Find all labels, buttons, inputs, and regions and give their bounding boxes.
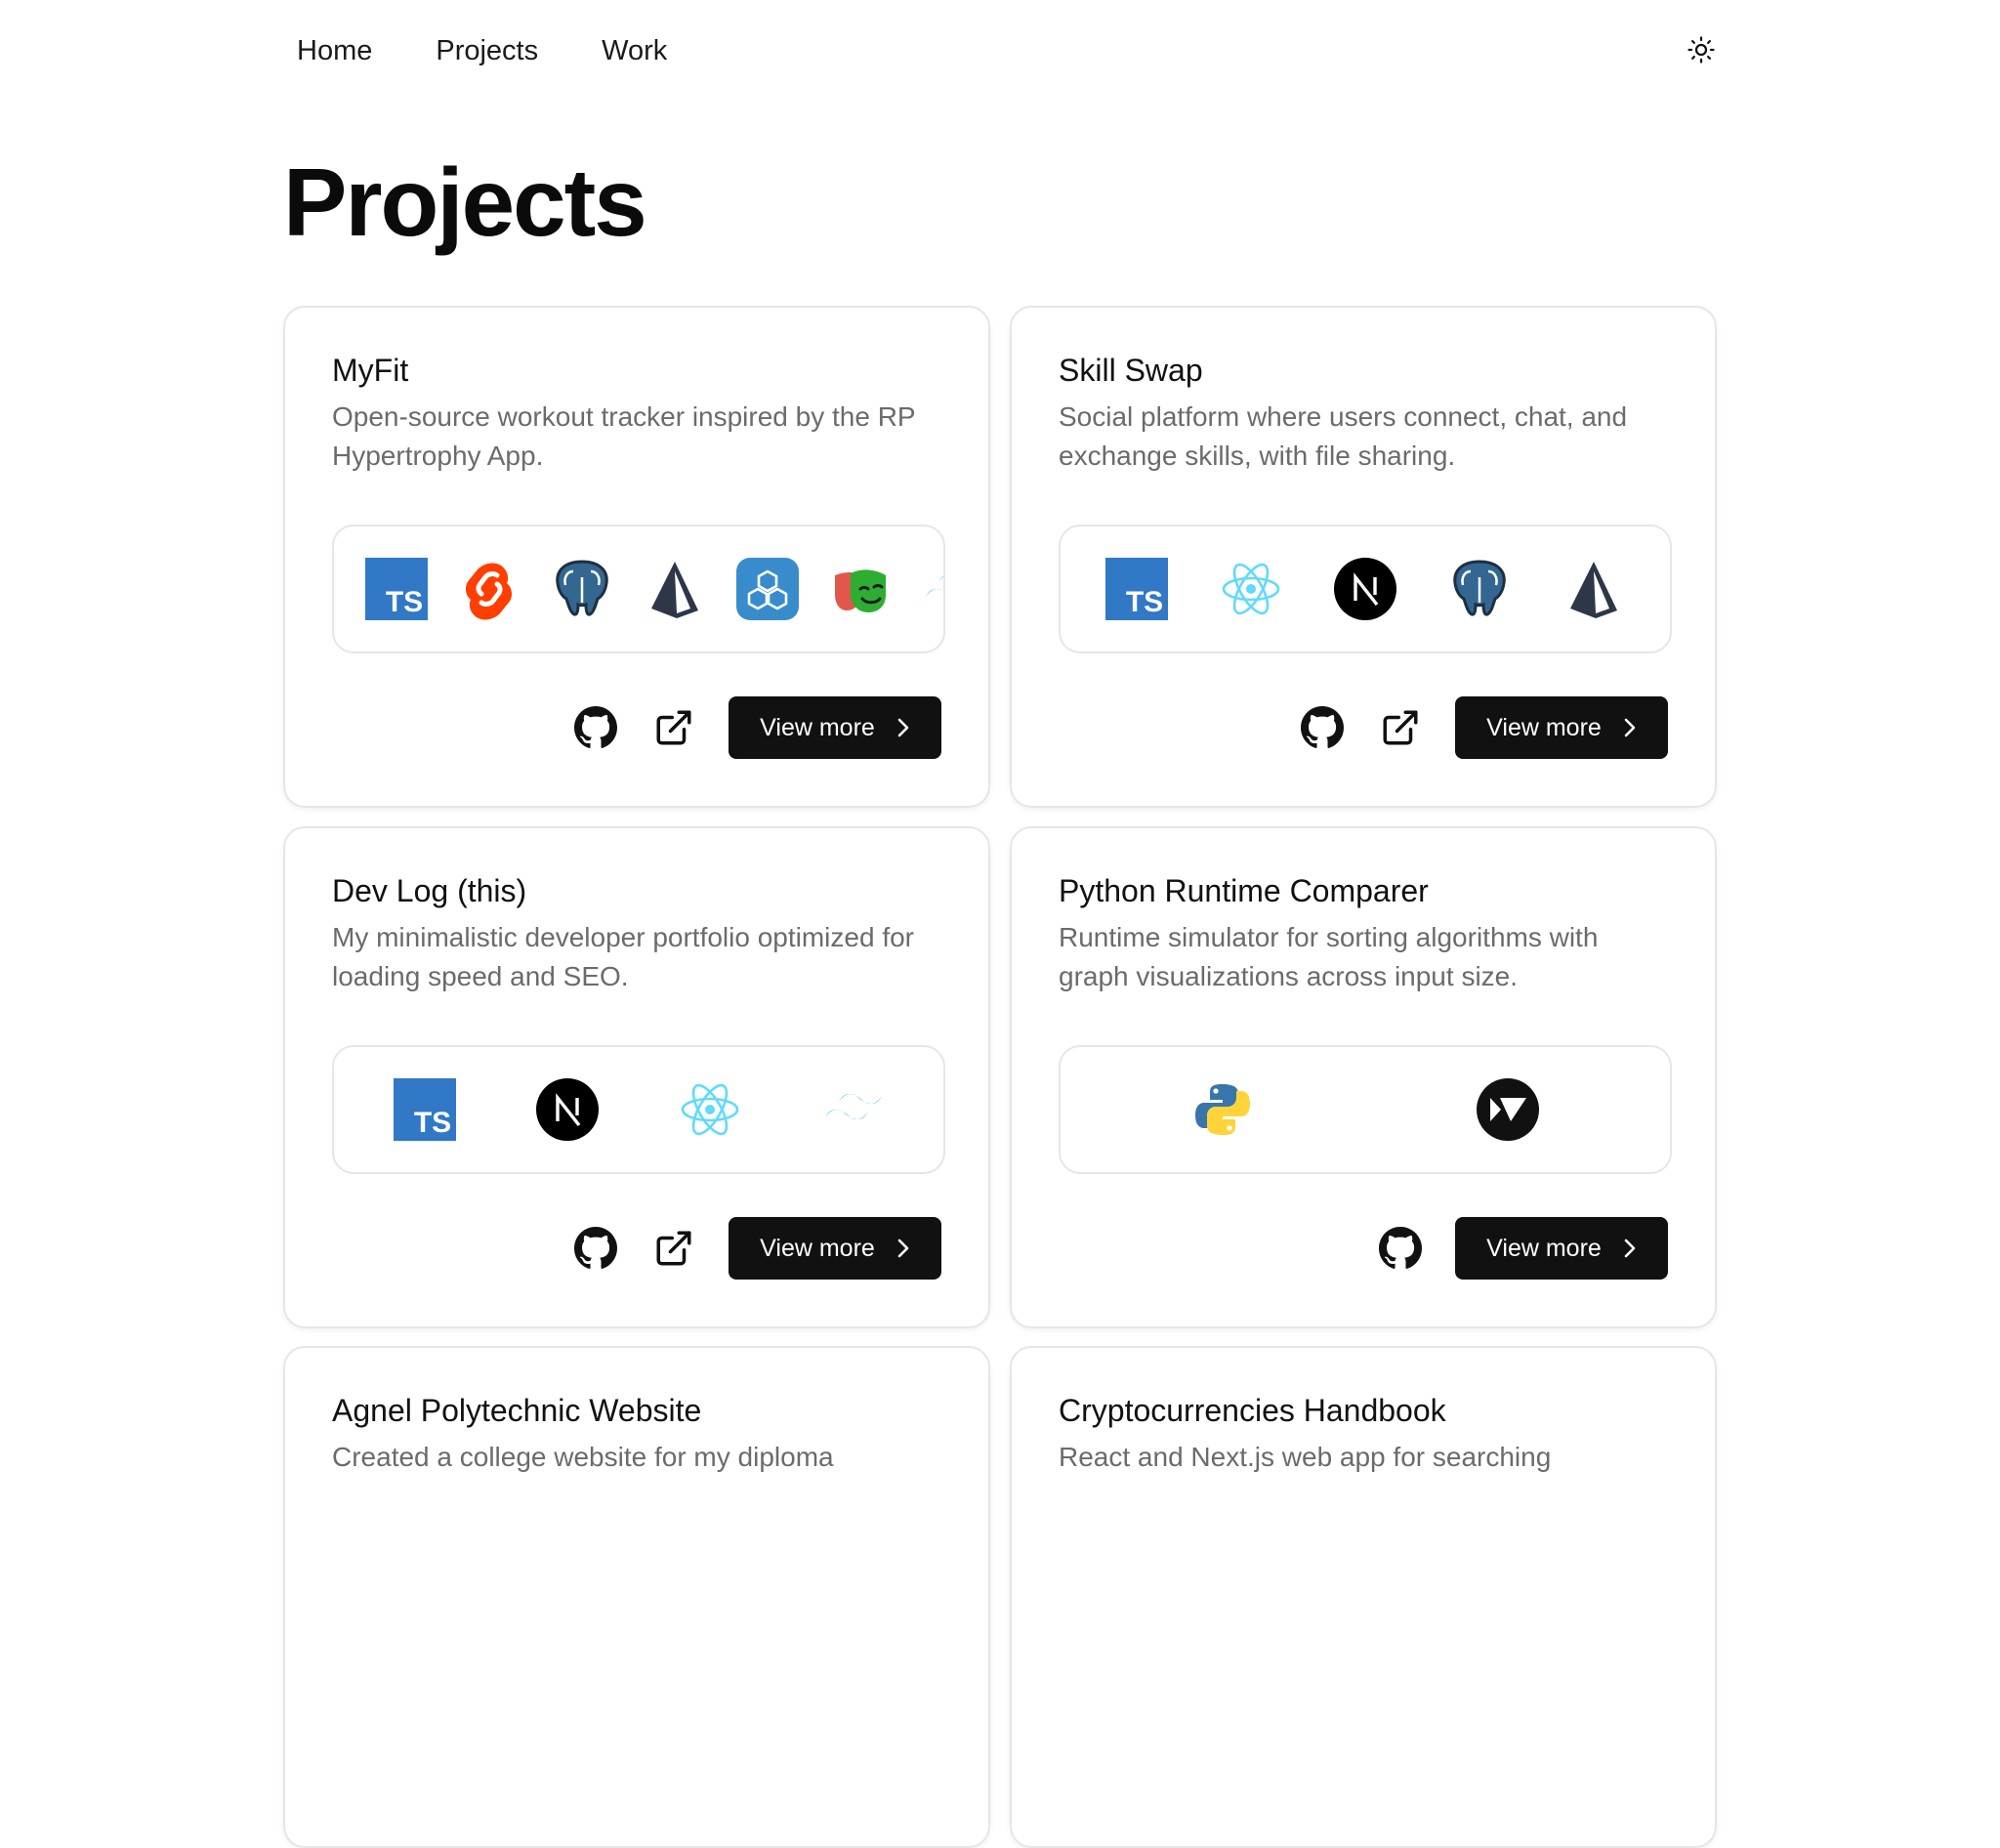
nav-projects-link[interactable]: Projects — [436, 35, 538, 67]
project-description: Created a college website for my diploma — [332, 1442, 834, 1472]
external-link-icon — [1383, 710, 1418, 745]
view-more-label: View more — [760, 1234, 875, 1262]
postgresql-icon — [551, 558, 613, 620]
nextjs-icon — [536, 1078, 599, 1141]
project-actions: View more — [1299, 696, 1668, 759]
github-icon — [1301, 706, 1344, 748]
project-card-python-runtime-comparer: Python Runtime Comparer Runtime simulato… — [1010, 826, 1717, 1328]
project-actions: View more — [572, 1217, 941, 1280]
chevron-right-icon — [896, 1238, 910, 1259]
github-icon — [1379, 1227, 1422, 1269]
top-nav: Home Projects Work — [297, 29, 730, 72]
project-card-cryptocurrencies-handbook: Cryptocurrencies Handbook React and Next… — [1010, 1346, 1717, 1848]
project-title: MyFit — [332, 353, 409, 388]
external-link[interactable] — [650, 704, 697, 751]
theme-toggle-button[interactable] — [1684, 32, 1719, 67]
prisma-icon — [1562, 558, 1625, 620]
project-card-skill-swap: Skill Swap Social platform where users c… — [1010, 306, 1717, 808]
tailwind-icon — [821, 1078, 884, 1141]
project-title: Cryptocurrencies Handbook — [1059, 1393, 1446, 1428]
tech-stack: TS — [332, 525, 945, 653]
view-more-button[interactable]: View more — [1455, 1217, 1668, 1280]
svg-text:TS: TS — [414, 1107, 451, 1139]
project-description: Social platform where users connect, cha… — [1059, 401, 1628, 471]
chevron-right-icon — [1623, 717, 1637, 738]
trpc-icon — [736, 558, 799, 620]
project-card-dev-log: Dev Log (this) My minimalistic developer… — [283, 826, 990, 1328]
chevron-right-icon — [1623, 1238, 1637, 1259]
github-link[interactable] — [1377, 1225, 1424, 1272]
view-more-button[interactable]: View more — [729, 696, 941, 759]
nav-home-link[interactable]: Home — [297, 35, 372, 67]
github-link[interactable] — [1299, 704, 1346, 751]
github-link[interactable] — [572, 704, 619, 751]
react-icon — [1220, 558, 1282, 620]
playwright-icon — [829, 558, 892, 620]
prisma-icon — [644, 558, 706, 620]
view-more-label: View more — [760, 713, 875, 741]
project-card-myfit: MyFit Open-source workout tracker inspir… — [283, 306, 990, 808]
svelte-icon — [458, 558, 521, 620]
typescript-icon: TS — [1105, 558, 1169, 620]
python-icon — [1191, 1078, 1254, 1141]
view-more-label: View more — [1486, 1234, 1602, 1262]
view-more-button[interactable]: View more — [1455, 696, 1668, 759]
project-card-agnel-polytechnic-website: Agnel Polytechnic Website Created a coll… — [283, 1346, 990, 1848]
project-title: Skill Swap — [1059, 353, 1203, 388]
project-actions: View more — [1377, 1217, 1668, 1280]
tech-stack: TS — [1059, 525, 1672, 653]
typescript-icon: TS — [394, 1078, 456, 1141]
typescript-icon: TS — [365, 558, 428, 620]
tailwind-icon — [922, 558, 943, 620]
github-icon — [574, 706, 617, 748]
nextjs-icon — [1333, 558, 1396, 620]
external-link[interactable] — [1377, 704, 1424, 751]
project-title: Agnel Polytechnic Website — [332, 1393, 702, 1428]
external-link-icon — [656, 1231, 691, 1266]
github-icon — [574, 1227, 617, 1269]
svg-text:TS: TS — [1126, 586, 1163, 618]
nav-work-link[interactable]: Work — [602, 35, 667, 67]
github-link[interactable] — [572, 1225, 619, 1272]
react-icon — [679, 1078, 741, 1141]
external-link-icon — [656, 710, 691, 745]
project-actions: View more — [572, 696, 941, 759]
postgresql-icon — [1448, 558, 1511, 620]
external-link[interactable] — [650, 1225, 697, 1272]
project-description: My minimalistic developer portfolio opti… — [332, 922, 914, 991]
view-more-label: View more — [1486, 713, 1602, 741]
page-title: Projects — [283, 148, 647, 256]
project-description: Runtime simulator for sorting algorithms… — [1059, 922, 1599, 991]
svg-text:TS: TS — [386, 586, 423, 618]
tech-stack — [1059, 1045, 1672, 1174]
tech-stack: TS — [332, 1045, 945, 1174]
sun-icon — [1688, 36, 1715, 63]
view-more-button[interactable]: View more — [729, 1217, 941, 1280]
project-description: React and Next.js web app for searching — [1059, 1442, 1552, 1472]
project-title: Python Runtime Comparer — [1059, 873, 1429, 908]
project-title: Dev Log (this) — [332, 873, 527, 908]
chevron-right-icon — [896, 717, 910, 738]
kivy-icon — [1477, 1078, 1539, 1141]
project-description: Open-source workout tracker inspired by … — [332, 401, 916, 471]
